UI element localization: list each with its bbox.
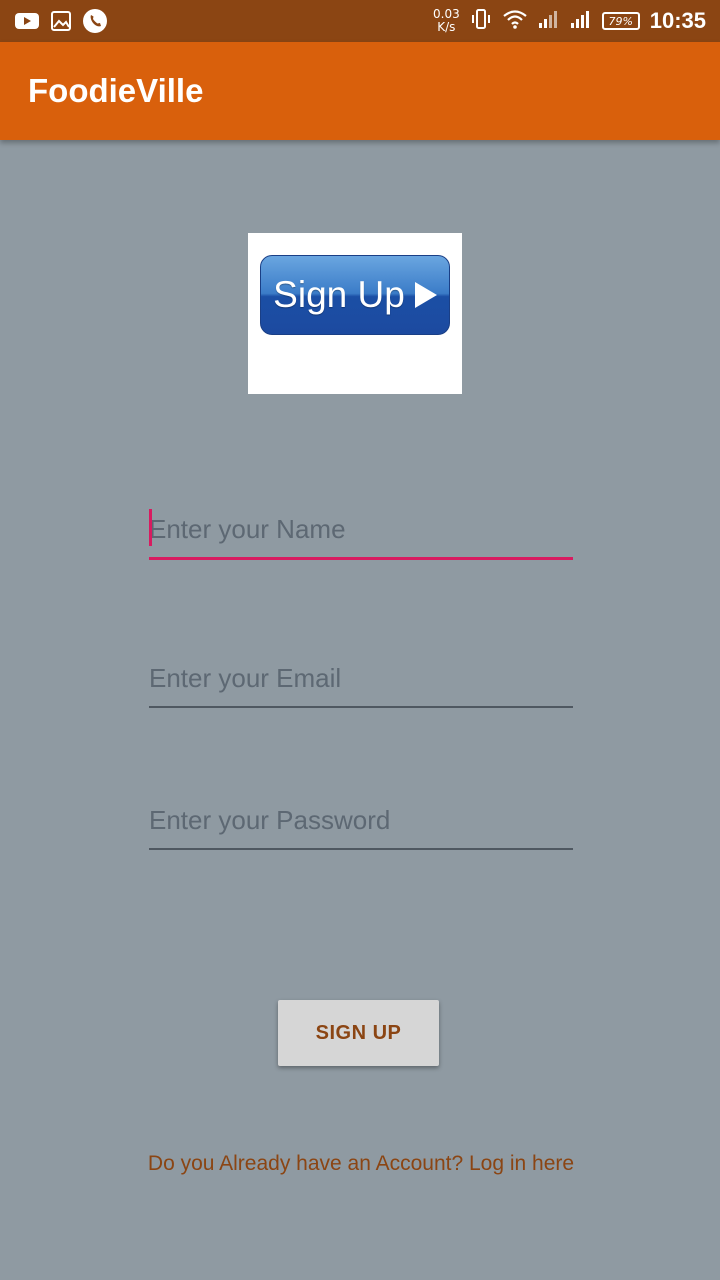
vibrate-icon (470, 8, 492, 34)
status-bar: 0.03 K/s 79% 10:35 (0, 0, 720, 42)
wifi-icon (502, 9, 528, 33)
clock: 10:35 (649, 8, 706, 33)
password-field (149, 805, 573, 850)
system-icons: 0.03 K/s 79% 10:35 (433, 4, 706, 38)
email-field-underline (149, 706, 573, 708)
signup-logo-text: Sign Up (273, 274, 405, 315)
name-field (149, 509, 573, 560)
youtube-icon (14, 11, 40, 35)
password-field-underline (149, 848, 573, 850)
network-speed-unit: K/s (437, 20, 456, 34)
app-bar: FoodieVille (0, 42, 720, 140)
email-field (149, 663, 573, 708)
image-icon (50, 10, 72, 36)
play-icon (414, 282, 437, 308)
phone-icon (82, 8, 108, 38)
name-field-underline (149, 557, 573, 560)
name-input[interactable] (149, 514, 573, 557)
login-link[interactable]: Do you Already have an Account? Log in h… (0, 1152, 720, 1176)
signup-logo: Sign Up (248, 233, 462, 394)
notification-icons (14, 8, 108, 38)
signal-icon (538, 9, 560, 33)
battery-indicator: 79% (601, 12, 640, 30)
text-cursor (149, 509, 152, 546)
app-title: FoodieVille (28, 72, 204, 109)
signal-icon (570, 9, 592, 33)
signup-logo-badge: Sign Up (260, 255, 450, 335)
network-speed: 0.03 K/s (433, 8, 460, 34)
password-input[interactable] (149, 805, 573, 848)
signup-button[interactable]: SIGN UP (278, 1000, 439, 1066)
email-input[interactable] (149, 663, 573, 706)
